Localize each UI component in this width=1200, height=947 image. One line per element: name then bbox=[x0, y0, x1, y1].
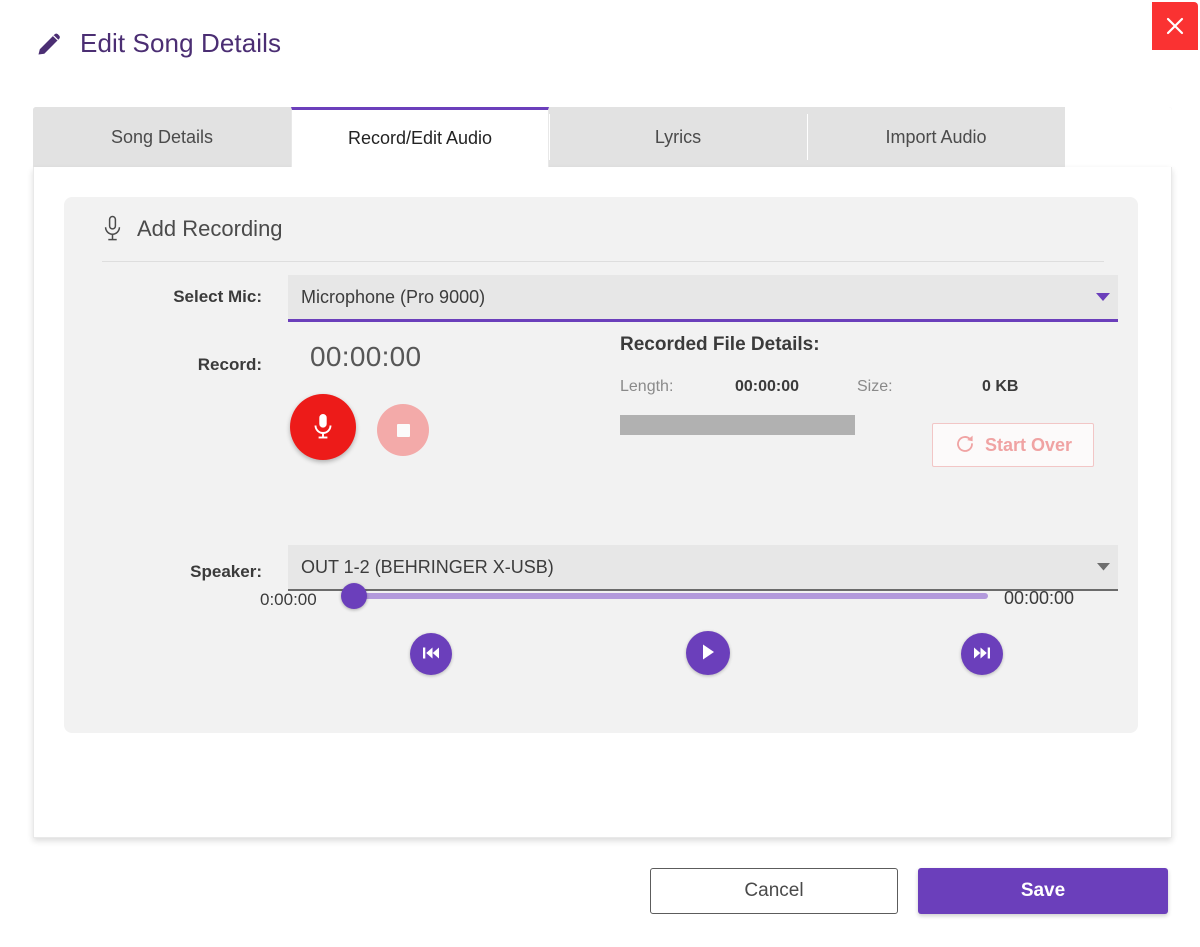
close-icon bbox=[1165, 16, 1185, 36]
playback-slider-track[interactable] bbox=[356, 593, 988, 599]
edit-song-details-dialog: Edit Song Details Song Details Record/Ed… bbox=[0, 0, 1200, 947]
recorded-file-details-title: Recorded File Details: bbox=[620, 334, 820, 355]
recorded-size-label: Size: bbox=[857, 378, 893, 395]
tab-lyrics[interactable]: Lyrics bbox=[549, 107, 807, 167]
record-label: Record: bbox=[197, 355, 262, 374]
select-mic-value: Microphone (Pro 9000) bbox=[301, 286, 486, 307]
recorded-length-value: 00:00:00 bbox=[735, 378, 800, 395]
play-button[interactable] bbox=[686, 631, 730, 675]
pencil-icon bbox=[34, 29, 64, 59]
record-timer: 00:00:00 bbox=[310, 341, 422, 372]
tab-panel-record-edit-audio: Add Recording Select Mic: Microphone (Pr… bbox=[33, 167, 1172, 838]
playback-total-time: 00:00:00 bbox=[1004, 588, 1075, 608]
refresh-icon bbox=[954, 433, 976, 458]
speaker-label: Speaker: bbox=[190, 562, 262, 581]
skip-previous-icon bbox=[421, 645, 441, 664]
select-mic-underline bbox=[288, 319, 1118, 322]
panel-divider bbox=[102, 261, 1104, 262]
recorded-size-value: 0 KB bbox=[982, 378, 1019, 395]
start-over-button[interactable]: Start Over bbox=[932, 423, 1094, 467]
start-over-label: Start Over bbox=[984, 434, 1073, 455]
playback-current-time: 0:00:00 bbox=[260, 590, 317, 609]
recorded-waveform-bar bbox=[620, 415, 855, 435]
stop-recording-button[interactable] bbox=[377, 404, 429, 456]
record-button[interactable] bbox=[290, 394, 356, 460]
close-button[interactable] bbox=[1152, 2, 1198, 50]
dialog-header: Edit Song Details bbox=[34, 28, 281, 59]
page-title: Edit Song Details bbox=[80, 28, 282, 58]
tab-record-edit-audio[interactable]: Record/Edit Audio bbox=[291, 107, 549, 167]
stop-square-icon bbox=[396, 423, 410, 437]
microphone-icon bbox=[311, 411, 335, 444]
cancel-button[interactable]: Cancel bbox=[650, 868, 898, 914]
speaker-dropdown[interactable]: OUT 1-2 (BEHRINGER X-USB) bbox=[288, 545, 1118, 591]
skip-next-icon bbox=[972, 645, 992, 664]
add-recording-header: Add Recording bbox=[102, 215, 283, 242]
chevron-down-icon bbox=[1088, 275, 1118, 319]
select-mic-label: Select Mic: bbox=[173, 287, 262, 306]
playback-slider-thumb[interactable] bbox=[341, 583, 367, 609]
skip-previous-button[interactable] bbox=[410, 633, 452, 675]
speaker-value: OUT 1-2 (BEHRINGER X-USB) bbox=[301, 556, 554, 577]
play-icon bbox=[700, 643, 716, 664]
tab-import-audio[interactable]: Import Audio bbox=[807, 107, 1065, 167]
speaker-underline bbox=[288, 589, 1118, 591]
add-recording-title: Add Recording bbox=[137, 215, 283, 241]
microphone-icon bbox=[102, 215, 123, 242]
recorded-length-label: Length: bbox=[620, 378, 674, 395]
select-mic-dropdown[interactable]: Microphone (Pro 9000) bbox=[288, 275, 1118, 322]
chevron-down-icon bbox=[1088, 545, 1118, 589]
tabstrip-filler bbox=[1065, 107, 1172, 167]
skip-next-button[interactable] bbox=[961, 633, 1003, 675]
tab-song-details[interactable]: Song Details bbox=[33, 107, 291, 167]
tabstrip: Song Details Record/Edit Audio Lyrics Im… bbox=[33, 107, 1172, 167]
save-button[interactable]: Save bbox=[918, 868, 1168, 914]
add-recording-panel: Add Recording Select Mic: Microphone (Pr… bbox=[64, 197, 1138, 733]
